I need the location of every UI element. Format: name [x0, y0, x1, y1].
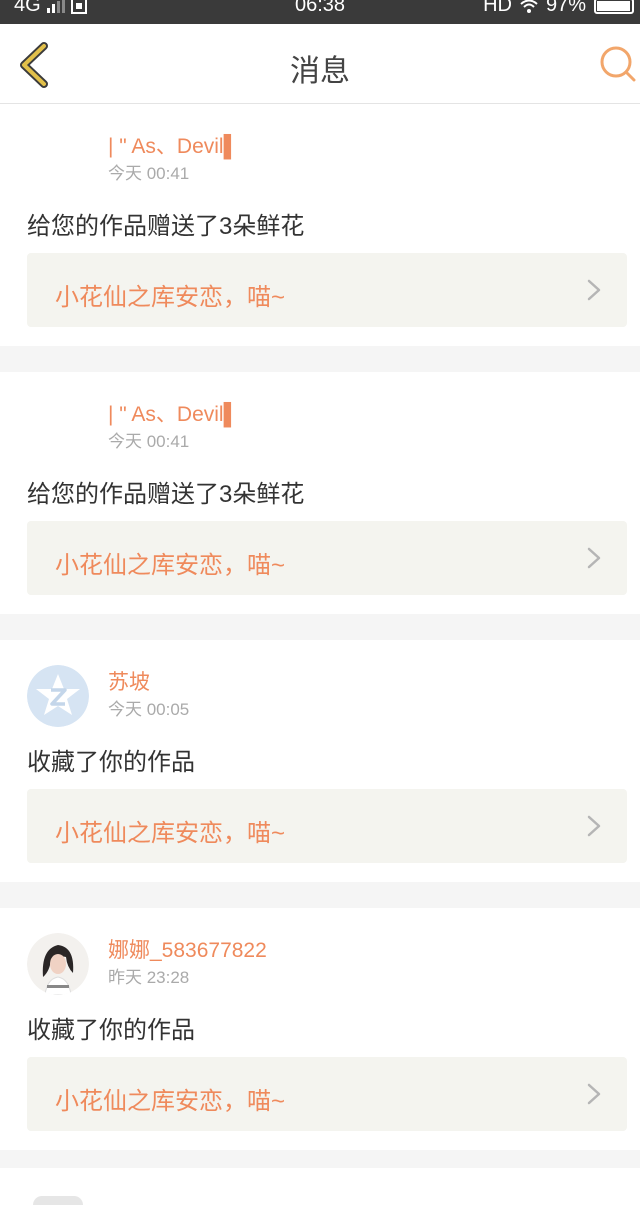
- work-title: 小花仙之库安恋，喵~: [55, 820, 286, 847]
- avatar: [33, 1196, 83, 1205]
- message-text: 收藏了你的作品: [27, 1017, 195, 1044]
- search-button[interactable]: [598, 44, 638, 84]
- message-card: | " As、Devil▌ 今天 00:41 给您的作品赠送了3朵鲜花 小花仙之…: [0, 104, 640, 346]
- work-link[interactable]: 小花仙之库安恋，喵~: [27, 253, 627, 327]
- message-time: 今天 00:41: [108, 432, 190, 451]
- message-list: | " As、Devil▌ 今天 00:41 给您的作品赠送了3朵鲜花 小花仙之…: [0, 104, 640, 1176]
- status-bar: 4G 06:38 HD 97%: [0, 0, 640, 24]
- sender-name[interactable]: | " As、Devil▌: [108, 398, 238, 428]
- search-icon: [600, 46, 636, 82]
- page-title: 消息: [290, 55, 350, 88]
- sender-name[interactable]: 娜娜_583677822: [108, 934, 267, 964]
- wifi-icon: [520, 0, 538, 13]
- sender-name[interactable]: | " As、Devil▌: [108, 130, 238, 160]
- work-link[interactable]: 小花仙之库安恋，喵~: [27, 521, 627, 595]
- work-link[interactable]: 小花仙之库安恋，喵~: [27, 1057, 627, 1131]
- battery-icon: [594, 0, 634, 14]
- work-title: 小花仙之库安恋，喵~: [55, 284, 286, 311]
- chevron-right-icon: [587, 547, 601, 569]
- chevron-right-icon: [587, 815, 601, 837]
- message-card: 娜娜_583677822 昨天 23:28 收藏了你的作品 小花仙之库安恋，喵~: [0, 908, 640, 1150]
- message-text: 给您的作品赠送了3朵鲜花: [27, 481, 305, 508]
- message-time: 今天 00:05: [108, 700, 190, 719]
- message-card: 苏坡 今天 00:05 收藏了你的作品 小花仙之库安恋，喵~: [0, 640, 640, 882]
- status-right: HD 97%: [483, 0, 634, 17]
- message-text: 给您的作品赠送了3朵鲜花: [27, 213, 305, 240]
- chevron-right-icon: [587, 1083, 601, 1105]
- sender-name[interactable]: 苏坡: [108, 666, 150, 696]
- message-time: 昨天 23:28: [108, 968, 190, 987]
- user-photo-avatar[interactable]: [27, 933, 89, 995]
- hd-label: HD: [483, 0, 512, 16]
- message-text: 收藏了你的作品: [27, 749, 195, 776]
- nav-bar: 消息: [0, 24, 640, 104]
- default-star-avatar-icon[interactable]: [27, 665, 89, 727]
- message-card: | " As、Devil▌ 今天 00:41 给您的作品赠送了3朵鲜花 小花仙之…: [0, 372, 640, 614]
- work-title: 小花仙之库安恋，喵~: [55, 1088, 286, 1115]
- message-time: 今天 00:41: [108, 164, 190, 183]
- chevron-right-icon: [587, 279, 601, 301]
- message-card-partial: [0, 1168, 640, 1205]
- battery-percent: 97%: [545, 0, 586, 16]
- work-title: 小花仙之库安恋，喵~: [55, 552, 286, 579]
- work-link[interactable]: 小花仙之库安恋，喵~: [27, 789, 627, 863]
